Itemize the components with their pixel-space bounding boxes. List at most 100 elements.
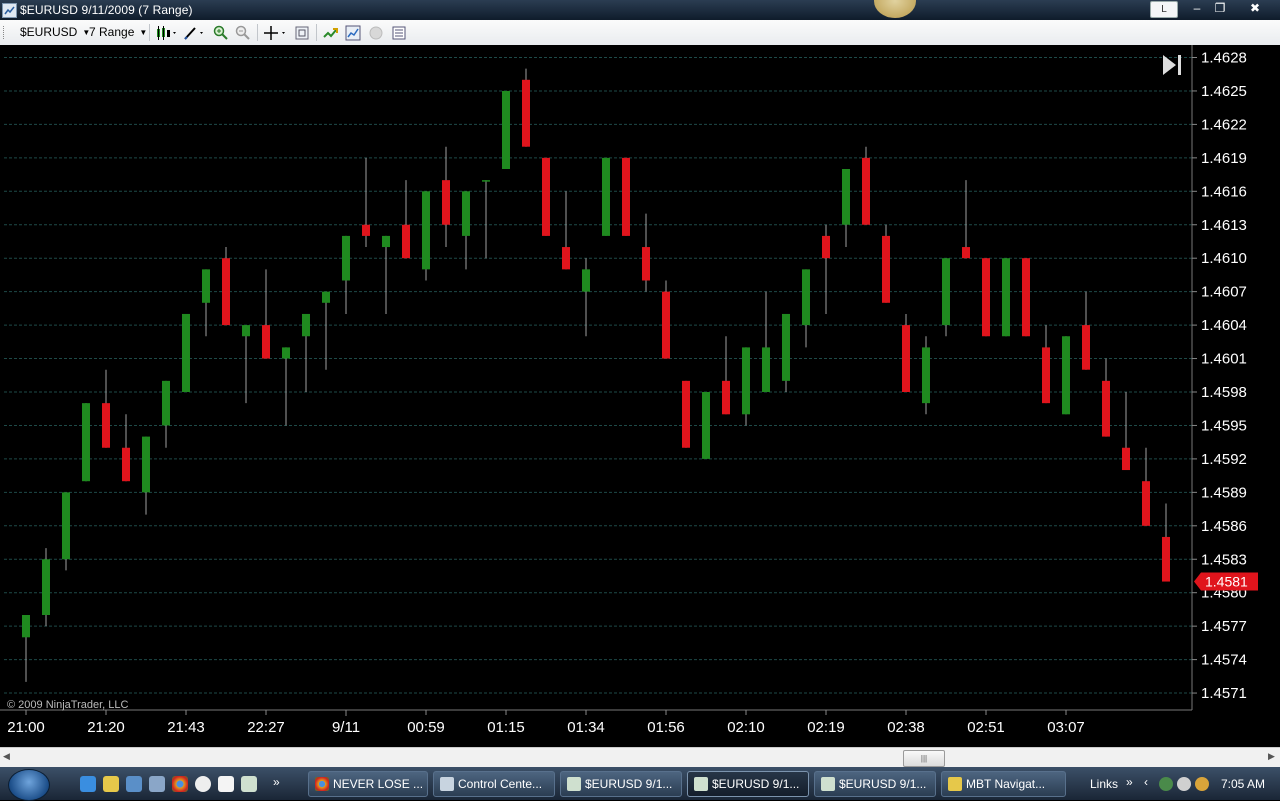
y-tick-label: 1.4592 [1201,451,1247,468]
links-chevron-icon[interactable]: » [1126,775,1133,789]
minimize-button[interactable]: ‒ [1186,0,1208,18]
candle [502,90,510,169]
y-tick-label: 1.4616 [1201,183,1247,200]
drawing-tools-icon[interactable] [183,24,207,41]
y-tick-label: 1.4607 [1201,284,1247,301]
strategies-icon[interactable] [344,24,362,41]
gamepad-icon[interactable] [103,776,119,792]
candle [542,157,550,236]
panda-tray-icon[interactable] [1177,777,1191,791]
candle-body [602,157,610,236]
windows-taskbar: » NEVER LOSE ... Control Cente... $EURUS… [0,767,1280,801]
tray-expand-icon[interactable]: ‹ [1144,775,1148,789]
candle [1042,325,1050,404]
window-title: $EURUSD 9/11/2009 (7 Range) [20,3,193,17]
zoom-out-icon[interactable] [234,24,252,41]
x-tick-label: 01:56 [647,719,685,736]
panda-icon[interactable] [195,776,211,792]
x-tick-label: 02:19 [807,719,845,736]
chrome-icon [315,777,329,791]
candle [382,235,390,314]
y-tick-label: 1.4622 [1201,116,1247,133]
candle [982,258,990,337]
candle [62,492,70,571]
document-icon[interactable] [218,776,234,792]
y-tick-label: 1.4574 [1201,652,1247,669]
candle-body [182,313,190,392]
candlestick-style-icon[interactable] [155,24,179,41]
candle [942,258,950,337]
copyright-watermark: © 2009 NinjaTrader, LLC [7,699,128,711]
chevron-down-icon: ▼ [139,28,148,37]
scrollbar-thumb[interactable]: ||| [903,750,945,767]
interval-dropdown[interactable]: 7 Range ▼ [89,25,147,39]
quicklaunch-chevron-icon[interactable]: » [273,775,280,789]
candle [742,347,750,426]
mbt-navigator-icon [948,777,962,791]
candle [122,414,130,482]
network-icon[interactable] [1159,777,1173,791]
start-button[interactable] [8,769,50,801]
toolbar-grip[interactable] [3,26,6,39]
candle [1002,258,1010,337]
candle [1062,336,1070,415]
candle-body [62,492,70,560]
candle-body [502,90,510,169]
candle-body [762,347,770,392]
taskbar-button-chart-2[interactable]: $EURUSD 9/1... [687,771,809,797]
close-button[interactable]: ✖ [1244,0,1266,18]
candle [1162,503,1170,582]
candle-body [1062,336,1070,415]
data-box-icon[interactable] [293,24,311,41]
scroll-right-icon[interactable]: ▶ [1268,751,1275,762]
candle-body [482,180,490,182]
properties-icon[interactable] [390,24,408,41]
taskbar-button-control-center[interactable]: Control Cente... [433,771,555,797]
candle-body [42,559,50,615]
chart-canvas[interactable]: 1.4628 1.4625 1.4622 1.4619 1.4616 1.4613 1.46… [0,45,1280,747]
taskbar-button-never-lose[interactable]: NEVER LOSE ... [308,771,428,797]
candle-body [202,269,210,303]
price-chart[interactable]: 1.4628 1.4625 1.4622 1.4619 1.4616 1.4613 1.46… [0,45,1280,747]
zoom-in-icon[interactable] [212,24,230,41]
indicators-icon[interactable] [321,24,339,41]
scroll-left-icon[interactable]: ◀ [3,751,10,762]
restore-button[interactable]: ❐ [1209,0,1231,18]
candle-body [242,325,250,337]
candle-body [562,247,570,270]
candle-body [22,615,30,638]
task-label: $EURUSD 9/1... [839,777,927,791]
horizontal-scrollbar[interactable]: ◀ ||| ▶ [0,747,1280,768]
candle [962,180,970,259]
candle [462,191,470,270]
task-label: MBT Navigat... [966,777,1046,791]
candle [482,180,490,259]
candle-body [702,392,710,459]
candle [842,169,850,248]
internet-explorer-icon[interactable] [80,776,96,792]
last-price-label: 1.4581 [1205,574,1248,590]
instrument-dropdown[interactable]: $EURUSD ▼ [20,25,90,39]
candle-body [942,258,950,326]
links-toolbar[interactable]: Links [1090,777,1118,791]
switch-windows-icon[interactable] [149,776,165,792]
chart-app-icon [2,3,17,18]
task-label: $EURUSD 9/1... [712,777,800,791]
chart-app-icon[interactable] [241,776,257,792]
taskbar-button-chart-1[interactable]: $EURUSD 9/1... [560,771,682,797]
taskbar-button-mbt-navigator[interactable]: MBT Navigat... [941,771,1066,797]
y-tick-label: 1.4604 [1201,317,1247,334]
chrome-icon[interactable] [172,776,188,792]
candle-body [422,191,430,270]
volume-icon[interactable] [1195,777,1209,791]
taskbar-button-chart-3[interactable]: $EURUSD 9/1... [814,771,936,797]
candle [222,247,230,326]
candle-body [1042,347,1050,404]
disabled-icon[interactable] [367,24,385,41]
crosshair-icon[interactable] [262,24,288,41]
link-button[interactable]: L [1150,1,1178,18]
candle-body [662,291,670,359]
chart-app-icon [694,777,708,791]
window-title-bar[interactable]: $EURUSD 9/11/2009 (7 Range) L ‒ ❐ ✖ [0,0,1280,20]
show-desktop-icon[interactable] [126,776,142,792]
